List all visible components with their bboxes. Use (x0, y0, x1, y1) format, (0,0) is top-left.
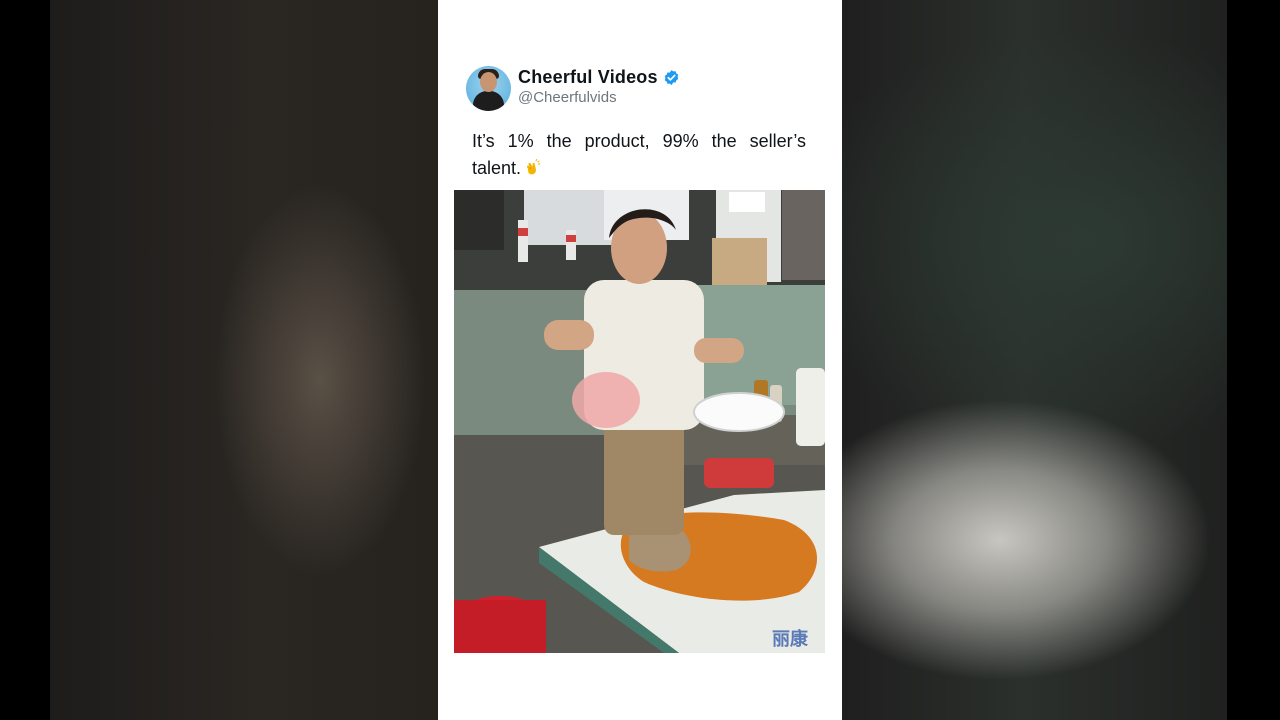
video-frame-illustration: 丽康 (454, 190, 825, 653)
author-display-name[interactable]: Cheerful Videos (518, 67, 658, 88)
media-caption: 丽康 (772, 628, 809, 650)
video-thumbnail[interactable]: 丽康 (454, 190, 825, 653)
author-name-row: Cheerful Videos (518, 66, 680, 88)
avatar-icon[interactable] (466, 66, 511, 111)
clapping-hands-icon (527, 158, 541, 175)
tweet-text: It’s 1% the product, 99% the seller’s ta… (472, 128, 806, 182)
verified-badge-icon (664, 69, 678, 85)
author-handle[interactable]: @Cheerfulvids (518, 89, 617, 106)
letterbox-right (1227, 0, 1280, 720)
letterbox-left (0, 0, 50, 720)
tweet-card: Cheerful Videos @Cheerfulvids It’s 1% th… (438, 0, 842, 720)
